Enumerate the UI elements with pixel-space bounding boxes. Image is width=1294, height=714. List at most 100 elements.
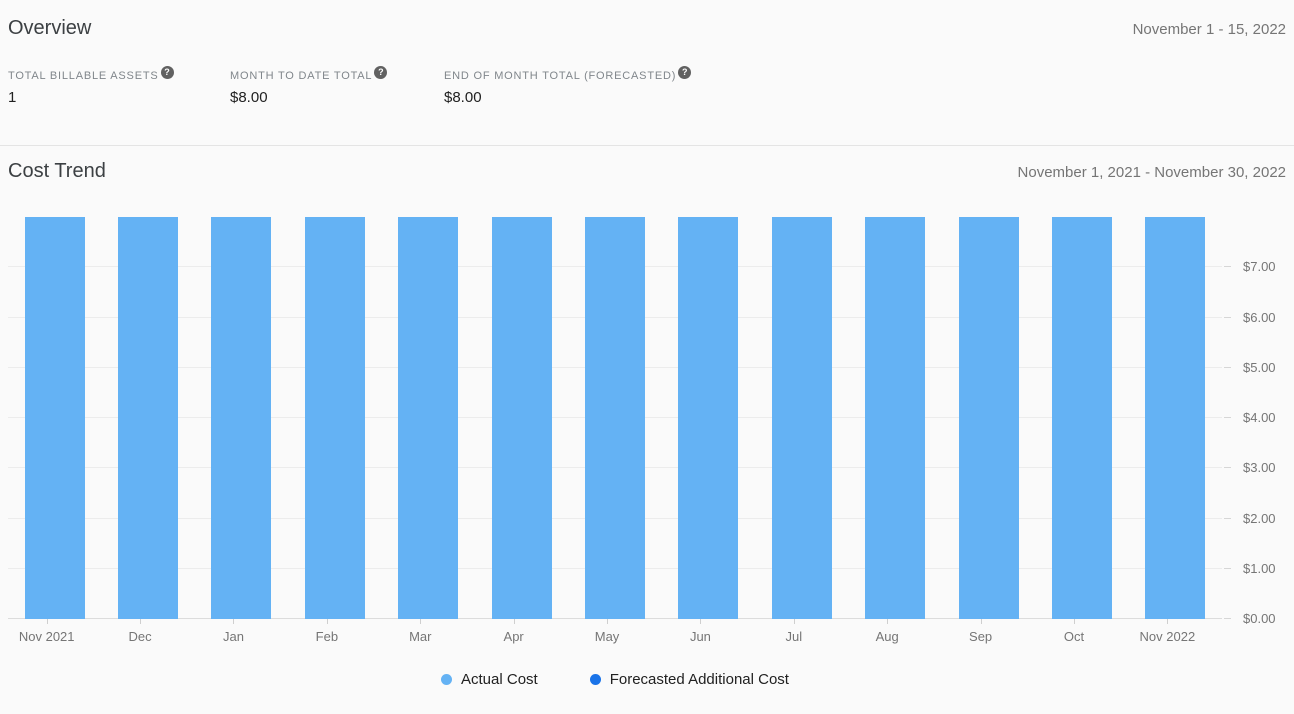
bar-actual-cost-feb[interactable]	[305, 217, 365, 619]
bar-actual-cost-apr[interactable]	[492, 217, 552, 619]
bar-band-jun	[662, 217, 755, 619]
bar-actual-cost-may[interactable]	[585, 217, 645, 619]
overview-stats: TOTAL BILLABLE ASSETS? 1 MONTH TO DATE T…	[8, 66, 1286, 107]
x-tick	[47, 619, 48, 624]
bar-stack	[959, 217, 1019, 619]
x-tick	[700, 619, 701, 624]
help-icon[interactable]: ?	[161, 66, 174, 79]
bar-actual-cost-mar[interactable]	[398, 217, 458, 619]
y-tick	[1224, 518, 1231, 519]
x-tick	[981, 619, 982, 624]
x-tick	[887, 619, 888, 624]
bar-actual-cost-jun[interactable]	[678, 217, 738, 619]
x-label-may: May	[560, 619, 653, 645]
bar-actual-cost-aug[interactable]	[865, 217, 925, 619]
legend-item-forecasted-additional-cost[interactable]: Forecasted Additional Cost	[590, 671, 789, 688]
bar-band-sep	[942, 217, 1035, 619]
bar-band-may	[568, 217, 661, 619]
y-tick-label: $4.00	[1243, 410, 1276, 425]
legend-label: Forecasted Additional Cost	[610, 671, 789, 688]
bar-band-jul	[755, 217, 848, 619]
x-label-text: Jul	[786, 629, 803, 644]
bar-stack	[772, 217, 832, 619]
chart-legend: Actual Cost Forecasted Additional Cost	[8, 671, 1222, 688]
x-label-text: Jun	[690, 629, 711, 644]
y-tick-label: $2.00	[1243, 511, 1276, 526]
overview-date-range: November 1 - 15, 2022	[1133, 20, 1286, 40]
stat-label: MONTH TO DATE TOTAL?	[230, 66, 444, 83]
legend-label: Actual Cost	[461, 671, 538, 688]
bar-band-aug	[849, 217, 942, 619]
y-tick-label: $0.00	[1243, 611, 1276, 626]
stat-label: END OF MONTH TOTAL (FORECASTED)?	[444, 66, 691, 83]
bar-band-apr	[475, 217, 568, 619]
stat-value: 1	[8, 89, 230, 107]
cost-trend-header: Cost Trend November 1, 2021 - November 3…	[0, 146, 1294, 183]
bar-actual-cost-dec[interactable]	[118, 217, 178, 619]
x-label-jun: Jun	[654, 619, 747, 645]
stat-label-text: MONTH TO DATE TOTAL	[230, 70, 372, 82]
bar-actual-cost-sep[interactable]	[959, 217, 1019, 619]
bar-stack	[678, 217, 738, 619]
bar-stack	[211, 217, 271, 619]
bar-stack	[585, 217, 645, 619]
plot-area: $0.00$1.00$2.00$3.00$4.00$5.00$6.00$7.00	[8, 217, 1222, 619]
y-tick	[1224, 417, 1231, 418]
overview-title: Overview	[8, 16, 91, 40]
bar-actual-cost-jan[interactable]	[211, 217, 271, 619]
y-tick-label: $1.00	[1243, 561, 1276, 576]
x-tick	[140, 619, 141, 624]
x-label-text: Nov 2021	[19, 629, 75, 644]
x-label-text: Jan	[223, 629, 244, 644]
bar-band-dec	[101, 217, 194, 619]
x-label-text: Dec	[129, 629, 152, 644]
bar-band-feb	[288, 217, 381, 619]
x-label-text: May	[595, 629, 620, 644]
bar-stack	[865, 217, 925, 619]
bar-stack	[1052, 217, 1112, 619]
x-tick	[233, 619, 234, 624]
bar-stack	[118, 217, 178, 619]
x-label-mar: Mar	[374, 619, 467, 645]
stat-label-text: TOTAL BILLABLE ASSETS	[8, 70, 159, 82]
bar-stack	[305, 217, 365, 619]
stat-label-text: END OF MONTH TOTAL (FORECASTED)	[444, 70, 676, 82]
y-tick	[1224, 568, 1231, 569]
bar-actual-cost-nov-2021[interactable]	[25, 217, 85, 619]
x-label-text: Sep	[969, 629, 992, 644]
x-tick	[794, 619, 795, 624]
y-tick	[1224, 467, 1231, 468]
bar-actual-cost-oct[interactable]	[1052, 217, 1112, 619]
y-tick	[1224, 618, 1231, 619]
y-tick	[1224, 317, 1231, 318]
x-tick	[1167, 619, 1168, 624]
x-label-nov-2021: Nov 2021	[0, 619, 93, 645]
x-tick	[514, 619, 515, 624]
cost-trend-date-range: November 1, 2021 - November 30, 2022	[1018, 163, 1286, 183]
legend-dot-actual-cost	[441, 674, 452, 685]
x-label-jan: Jan	[187, 619, 280, 645]
bar-stack	[25, 217, 85, 619]
legend-dot-forecasted-additional-cost	[590, 674, 601, 685]
help-icon[interactable]: ?	[678, 66, 691, 79]
x-label-aug: Aug	[841, 619, 934, 645]
x-label-nov-2022: Nov 2022	[1121, 619, 1214, 645]
y-tick-label: $5.00	[1243, 360, 1276, 375]
x-label-text: Mar	[409, 629, 431, 644]
stat-value: $8.00	[444, 89, 691, 107]
x-label-text: Feb	[316, 629, 338, 644]
bar-actual-cost-nov-2022[interactable]	[1145, 217, 1205, 619]
y-tick	[1224, 367, 1231, 368]
overview-header: Overview November 1 - 15, 2022	[0, 0, 1294, 40]
x-tick	[607, 619, 608, 624]
billing-dashboard: Overview November 1 - 15, 2022 TOTAL BIL…	[0, 0, 1294, 688]
cost-trend-title: Cost Trend	[8, 159, 106, 183]
y-tick-label: $7.00	[1243, 259, 1276, 274]
bar-stack	[398, 217, 458, 619]
bar-band-nov-2021	[8, 217, 101, 619]
x-label-apr: Apr	[467, 619, 560, 645]
bar-actual-cost-jul[interactable]	[772, 217, 832, 619]
help-icon[interactable]: ?	[374, 66, 387, 79]
x-tick	[327, 619, 328, 624]
legend-item-actual-cost[interactable]: Actual Cost	[441, 671, 538, 688]
